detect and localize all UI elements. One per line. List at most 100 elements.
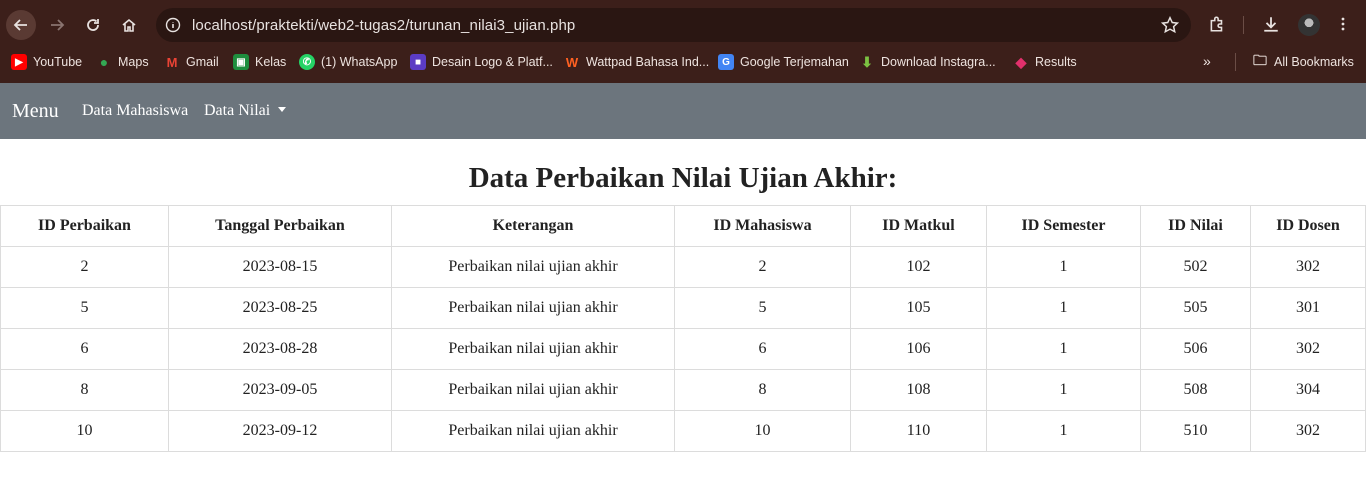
cell-id-dosen: 302 <box>1250 328 1366 370</box>
cell-tanggal: 2023-09-12 <box>168 410 392 452</box>
cell-id-mahasiswa: 5 <box>674 287 851 329</box>
canva-icon: ■ <box>410 54 426 70</box>
header-keterangan: Keterangan <box>391 205 675 247</box>
download-icon[interactable] <box>1260 13 1282 35</box>
browser-toolbar: localhost/praktekti/web2-tugas2/turunan_… <box>0 0 1366 48</box>
cell-id-perbaikan: 8 <box>0 369 169 411</box>
maps-icon: ● <box>99 54 109 70</box>
table-row: 6 2023-08-28 Perbaikan nilai ujian akhir… <box>0 328 1366 370</box>
bookmark-label: Wattpad Bahasa Ind... <box>586 55 710 69</box>
bookmarks-bar: ▶ YouTube ● Maps M Gmail ▣ Kelas ✆ (1) W… <box>0 48 1366 76</box>
cell-id-nilai: 502 <box>1140 246 1251 288</box>
more-menu-icon[interactable] <box>1332 13 1354 35</box>
bookmark-label: Gmail <box>186 55 219 69</box>
profile-avatar[interactable] <box>1298 14 1320 36</box>
youtube-icon: ▶ <box>11 54 27 70</box>
table-row: 5 2023-08-25 Perbaikan nilai ujian akhir… <box>0 287 1366 329</box>
wattpad-icon: W <box>565 54 579 70</box>
translate-icon: G <box>718 54 734 70</box>
bookmark-youtube[interactable]: ▶ YouTube <box>11 53 82 71</box>
cell-id-perbaikan: 6 <box>0 328 169 370</box>
forward-button[interactable] <box>42 10 72 40</box>
bookmark-google-terjemahan[interactable]: G Google Terjemahan <box>718 53 849 71</box>
bookmark-download-instagram[interactable]: ⬇ Download Instagra... <box>859 53 996 71</box>
cell-id-nilai: 506 <box>1140 328 1251 370</box>
bookmark-label: Google Terjemahan <box>740 55 849 69</box>
cell-id-mahasiswa: 6 <box>674 328 851 370</box>
bookmark-gmail[interactable]: M Gmail <box>164 53 219 71</box>
cell-id-dosen: 304 <box>1250 369 1366 411</box>
bookmark-kelas[interactable]: ▣ Kelas <box>233 53 286 71</box>
cell-id-mahasiswa: 2 <box>674 246 851 288</box>
cell-id-semester: 1 <box>986 246 1141 288</box>
header-id-dosen: ID Dosen <box>1250 205 1366 247</box>
table-row: 2 2023-08-15 Perbaikan nilai ujian akhir… <box>0 246 1366 288</box>
bookmark-results[interactable]: ◆ Results <box>1013 53 1077 71</box>
perbaikan-table: ID Perbaikan Tanggal Perbaikan Keteranga… <box>0 205 1366 452</box>
extensions-icon[interactable] <box>1206 13 1228 35</box>
nav-dropdown-data-nilai[interactable]: Data Nilai <box>204 102 287 120</box>
cell-keterangan: Perbaikan nilai ujian akhir <box>391 328 675 370</box>
page-title: Data Perbaikan Nilai Ujian Akhir: <box>468 162 898 194</box>
bookmark-desain-logo[interactable]: ■ Desain Logo & Platf... <box>410 53 553 71</box>
reload-button[interactable] <box>78 10 108 40</box>
nav-link-data-mahasiswa[interactable]: Data Mahasiswa <box>82 102 188 120</box>
cell-id-perbaikan: 10 <box>0 410 169 452</box>
navbar-brand[interactable]: Menu <box>12 100 59 123</box>
header-tanggal-perbaikan: Tanggal Perbaikan <box>168 205 392 247</box>
arrow-right-icon <box>51 19 65 31</box>
header-id-semester: ID Semester <box>986 205 1141 247</box>
bookmark-star-icon[interactable] <box>1161 16 1179 34</box>
cell-id-dosen: 302 <box>1250 246 1366 288</box>
home-icon <box>122 18 136 32</box>
cell-tanggal: 2023-09-05 <box>168 369 392 411</box>
folder-icon: 🗀 <box>1253 52 1267 68</box>
bookmark-label: Results <box>1035 55 1077 69</box>
header-id-nilai: ID Nilai <box>1140 205 1251 247</box>
arrow-left-icon <box>13 19 27 31</box>
table-header-row: ID Perbaikan Tanggal Perbaikan Keteranga… <box>0 205 1366 247</box>
cell-id-nilai: 508 <box>1140 369 1251 411</box>
cell-keterangan: Perbaikan nilai ujian akhir <box>391 246 675 288</box>
address-bar[interactable]: localhost/praktekti/web2-tugas2/turunan_… <box>156 8 1191 42</box>
cell-keterangan: Perbaikan nilai ujian akhir <box>391 410 675 452</box>
home-button[interactable] <box>114 10 144 40</box>
classroom-icon: ▣ <box>233 54 249 70</box>
results-icon: ◆ <box>1015 53 1027 70</box>
cell-id-dosen: 301 <box>1250 287 1366 329</box>
url-text[interactable]: localhost/praktekti/web2-tugas2/turunan_… <box>192 17 575 34</box>
bookmark-maps[interactable]: ● Maps <box>96 53 149 71</box>
cell-id-semester: 1 <box>986 287 1141 329</box>
cell-id-matkul: 110 <box>850 410 987 452</box>
reload-icon <box>87 19 99 31</box>
site-navbar: Menu Data Mahasiswa Data Nilai <box>0 83 1366 139</box>
cell-id-matkul: 102 <box>850 246 987 288</box>
cell-tanggal: 2023-08-25 <box>168 287 392 329</box>
cell-id-semester: 1 <box>986 328 1141 370</box>
cell-id-nilai: 510 <box>1140 410 1251 452</box>
cell-id-mahasiswa: 8 <box>674 369 851 411</box>
bookmarks-divider <box>1235 53 1236 71</box>
bookmark-label: (1) WhatsApp <box>321 55 398 69</box>
toolbar-divider <box>1243 16 1244 34</box>
cell-tanggal: 2023-08-15 <box>168 246 392 288</box>
bookmark-whatsapp[interactable]: ✆ (1) WhatsApp <box>299 53 397 71</box>
cell-id-perbaikan: 5 <box>0 287 169 329</box>
nav-link-data-nilai-label: Data Nilai <box>204 102 271 119</box>
cell-id-matkul: 106 <box>850 328 987 370</box>
gmail-icon: M <box>166 54 178 70</box>
back-button[interactable] <box>6 10 36 40</box>
bookmarks-overflow-button[interactable]: » <box>1203 53 1211 69</box>
cell-id-nilai: 505 <box>1140 287 1251 329</box>
site-info-icon[interactable] <box>162 14 184 36</box>
bookmark-label: Maps <box>118 55 149 69</box>
dropdown-caret-icon <box>278 107 287 112</box>
all-bookmarks-label: All Bookmarks <box>1274 55 1354 69</box>
cell-tanggal: 2023-08-28 <box>168 328 392 370</box>
all-bookmarks-button[interactable]: 🗀 All Bookmarks <box>1252 52 1354 71</box>
cell-id-semester: 1 <box>986 369 1141 411</box>
bookmark-wattpad[interactable]: W Wattpad Bahasa Ind... <box>564 53 709 71</box>
download-arrow-icon: ⬇ <box>861 53 873 70</box>
cell-id-matkul: 108 <box>850 369 987 411</box>
whatsapp-icon: ✆ <box>299 54 315 70</box>
